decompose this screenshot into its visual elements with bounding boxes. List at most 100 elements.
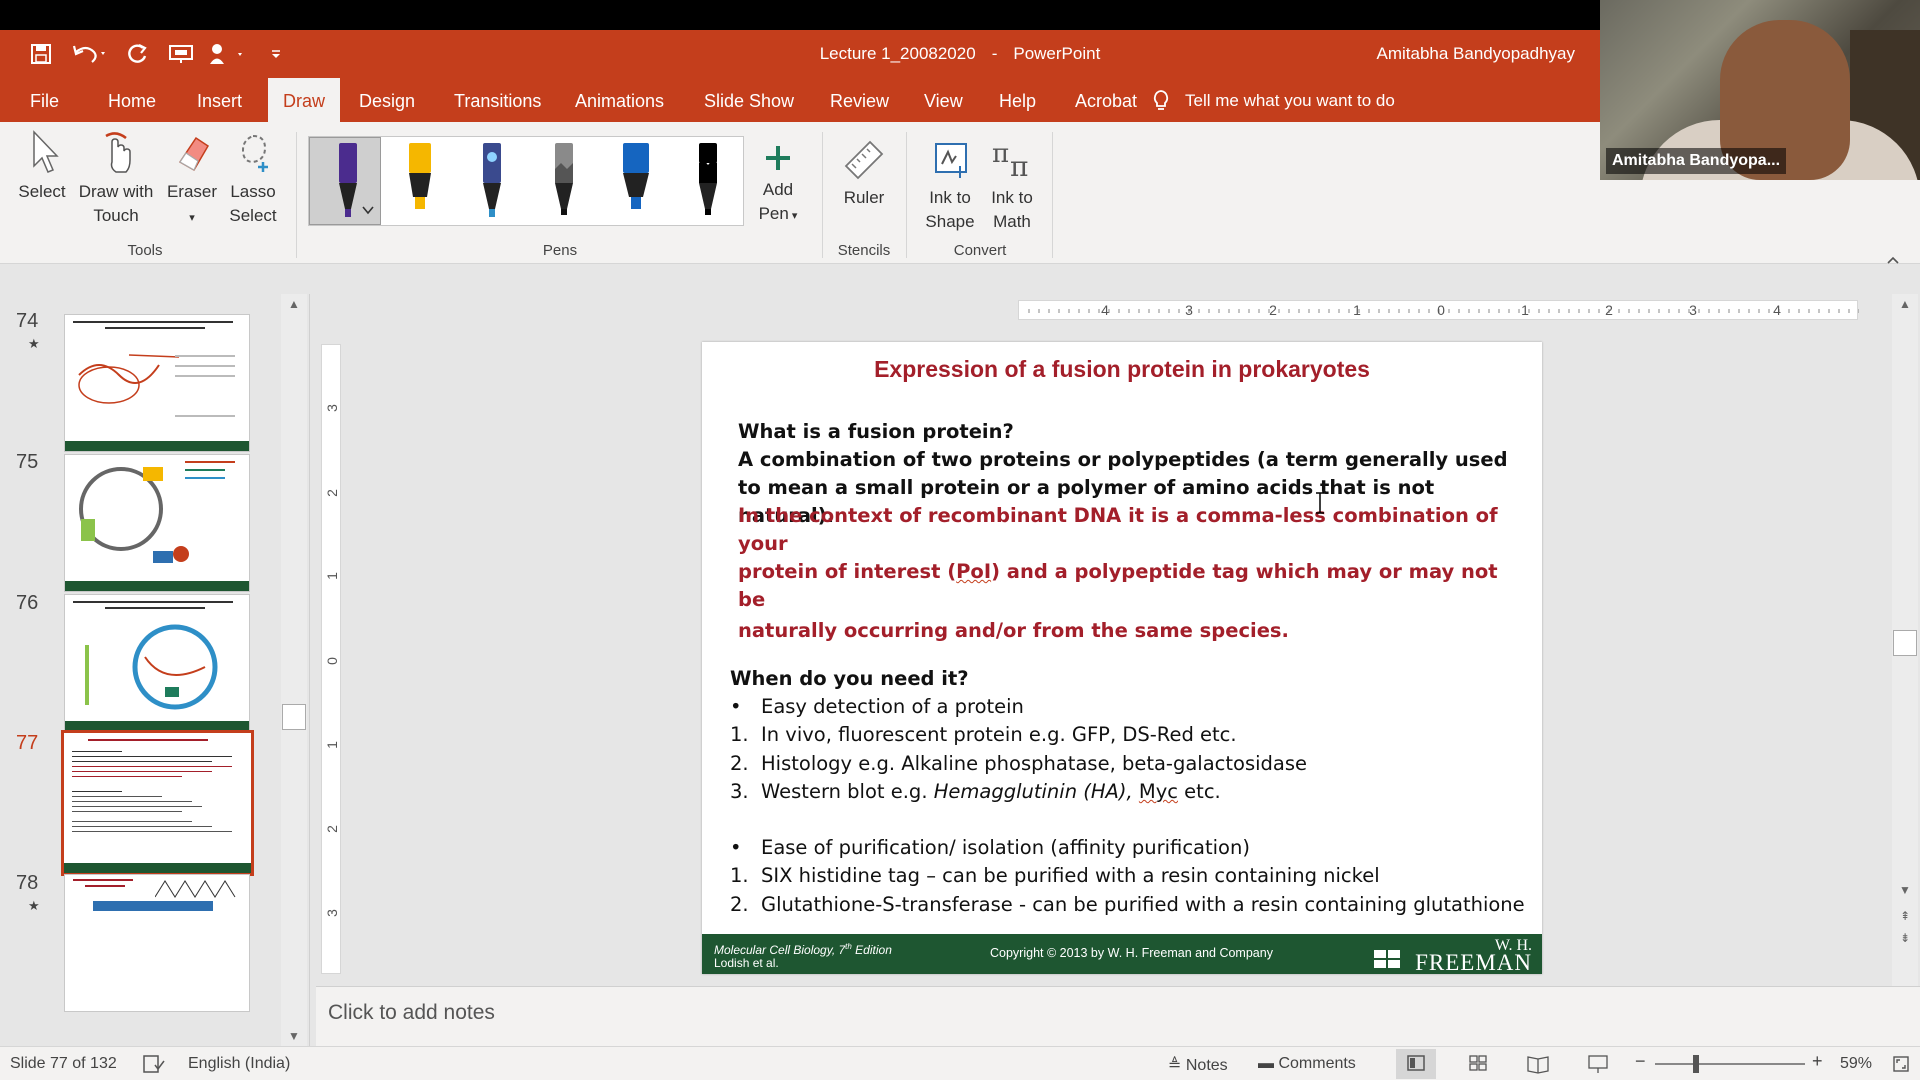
scroll-down-arrow-icon[interactable]: ▼ [281, 1026, 307, 1046]
zoom-out-icon[interactable]: − [1635, 1051, 1646, 1072]
zoom-slider[interactable] [1655, 1063, 1805, 1065]
list-marker: 1. [730, 723, 749, 747]
notes-placeholder[interactable]: Click to add notes [328, 1001, 495, 1025]
tab-insert[interactable]: Insert [185, 78, 254, 122]
svg-text:π: π [992, 139, 1009, 169]
slide-scrollbar[interactable]: ▲ ▼ ⇞ ⇟ [1892, 294, 1918, 986]
eraser-button[interactable]: Eraser ▾ [164, 128, 220, 230]
slide-thumbnail-75[interactable] [64, 454, 250, 592]
highlighter-blue-icon[interactable] [611, 139, 659, 225]
slide-thumbnail-74[interactable] [64, 314, 250, 452]
ruler-number: 2 [324, 489, 340, 497]
comments-toggle-button[interactable]: ▬ Comments [1258, 1055, 1356, 1073]
zoom-in-icon[interactable]: + [1812, 1051, 1823, 1072]
footer-book-info: Molecular Cell Biology, 7th Edition Lodi… [714, 940, 892, 970]
tab-acrobat[interactable]: Acrobat [1063, 78, 1149, 122]
list-text: Ease of purification/ isolation (affinit… [761, 836, 1250, 860]
tab-slide-show[interactable]: Slide Show [692, 78, 806, 122]
language-indicator[interactable]: English (India) [188, 1055, 290, 1073]
list-item: 1. In vivo, fluorescent protein e.g. GFP,… [730, 721, 1530, 749]
next-slide-icon[interactable]: ⇟ [1892, 928, 1918, 948]
tell-me-search[interactable]: Tell me what you want to do [1153, 78, 1395, 122]
tab-transitions[interactable]: Transitions [442, 78, 553, 122]
fit-to-window-icon[interactable] [1892, 1055, 1910, 1073]
context-line-1: In the context of recombinant DNA it is … [738, 504, 1498, 555]
ink-to-shape-button[interactable]: Ink to Shape [920, 136, 980, 234]
list-marker: 2. [730, 751, 749, 775]
comment-icon: ▬ [1258, 1055, 1279, 1072]
scroll-up-arrow-icon[interactable]: ▲ [281, 294, 307, 314]
group-divider [822, 132, 823, 258]
account-name[interactable]: Amitabha Bandyopadhyay [1377, 44, 1575, 64]
slide-thumbnail-76[interactable] [64, 594, 250, 732]
slide-title[interactable]: Expression of a fusion protein in prokar… [702, 356, 1542, 383]
tab-animations[interactable]: Animations [563, 78, 676, 122]
pen-black-icon[interactable] [683, 139, 731, 225]
select-tool-button[interactable]: Select [14, 128, 70, 204]
status-bar: Slide 77 of 132 English (India) ≜ Notes … [0, 1046, 1920, 1080]
zoom-level[interactable]: 59% [1840, 1055, 1872, 1073]
pens-gallery [308, 136, 744, 226]
footer-copyright: Copyright © 2013 by W. H. Freeman and Co… [990, 946, 1273, 960]
fusion-question[interactable]: What is a fusion protein? [738, 418, 1518, 446]
publisher-logo: W. H. FREEMAN [1415, 937, 1532, 974]
tab-help[interactable]: Help [987, 78, 1048, 122]
detection-list[interactable]: • Easy detection of a protein 1. In vivo, … [730, 693, 1530, 919]
tab-file[interactable]: File [18, 78, 71, 122]
ink-to-shape-icon [935, 143, 967, 178]
animation-star-icon: ★ [28, 898, 40, 913]
thumbnail-number: 75 [16, 451, 39, 473]
notes-toggle-button[interactable]: ≜ Notes [1168, 1055, 1228, 1075]
list-marker: • [730, 695, 742, 718]
list-text: Easy detection of a protein [761, 695, 1024, 718]
horizontal-ruler: 4 3 2 1 0 1 2 3 4 [1018, 300, 1859, 320]
previous-slide-icon[interactable]: ⇞ [1892, 906, 1918, 926]
reading-view-button[interactable] [1518, 1049, 1558, 1079]
eraser-dropdown-icon[interactable]: ▾ [189, 212, 195, 224]
ruler-number: 3 [324, 404, 340, 412]
scrollbar-thumb[interactable] [1893, 630, 1917, 656]
recombinant-context[interactable]: In the context of recombinant DNA it is … [738, 502, 1518, 645]
ruler-icon [844, 140, 884, 180]
add-pen-button[interactable]: Add Pen ▾ [748, 142, 808, 228]
thumbnail-scrollbar[interactable]: ▲ ▼ [281, 294, 307, 1046]
touch-draw-icon [105, 132, 131, 173]
scrollbar-thumb[interactable] [282, 704, 306, 730]
context-poi: PoI [956, 560, 992, 583]
slide-show-view-button[interactable] [1578, 1049, 1618, 1079]
text-cursor-icon [1316, 492, 1324, 514]
list-text: etc. [1177, 779, 1221, 803]
slide-thumbnail-78[interactable] [64, 874, 250, 1012]
slide-thumbnail-77-selected[interactable] [61, 730, 254, 876]
tab-design[interactable]: Design [347, 78, 427, 122]
tab-home[interactable]: Home [96, 78, 168, 122]
pen-options-chevron-icon[interactable] [361, 203, 375, 217]
tab-review[interactable]: Review [818, 78, 901, 122]
notes-pane[interactable]: Click to add notes [316, 986, 1920, 1046]
slide-sorter-view-button[interactable] [1458, 1049, 1498, 1079]
zoom-slider-thumb[interactable] [1693, 1055, 1699, 1073]
lasso-icon [241, 134, 268, 172]
context-line-3: naturally occurring and/or from the same… [738, 619, 1289, 642]
pen-gray-icon[interactable] [539, 139, 587, 225]
scroll-up-arrow-icon[interactable]: ▲ [1892, 294, 1918, 314]
ink-to-math-button[interactable]: ππ Ink to Math [982, 136, 1042, 234]
ruler-button[interactable]: Ruler [834, 136, 894, 210]
scroll-down-arrow-icon[interactable]: ▼ [1892, 880, 1918, 900]
draw-with-touch-button[interactable]: Draw with Touch [74, 128, 158, 228]
highlighter-yellow-icon[interactable] [395, 139, 443, 225]
slide-canvas[interactable]: Expression of a fusion protein in prokar… [702, 342, 1542, 974]
accessibility-check-icon[interactable] [143, 1055, 165, 1073]
lasso-label-2: Select [229, 206, 277, 225]
context-line-2: protein of interest (PoI) and a polypept… [738, 558, 1518, 614]
collapse-ribbon-icon[interactable] [1886, 252, 1900, 268]
lasso-select-button[interactable]: Lasso Select [224, 128, 282, 228]
normal-view-button[interactable] [1396, 1049, 1436, 1079]
tab-view[interactable]: View [912, 78, 975, 122]
footer-authors: Lodish et al. [714, 956, 779, 970]
ruler-number: 4 [1773, 302, 1781, 318]
tab-draw[interactable]: Draw [268, 78, 340, 122]
need-heading[interactable]: When do you need it? [730, 665, 1510, 693]
ruler-number: 2 [324, 825, 340, 833]
pen-galaxy-icon[interactable] [467, 139, 515, 225]
